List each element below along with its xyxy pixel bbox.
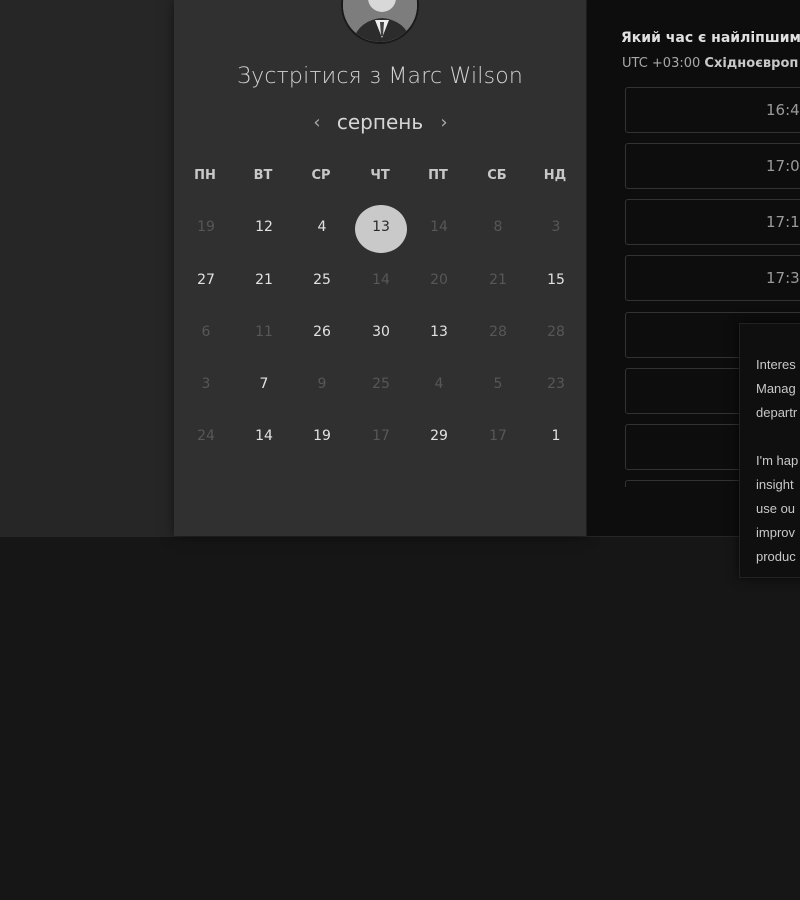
time-question: Який час є найліпшим [621,30,800,46]
weekday-tue: ВТ [253,168,273,183]
calendar-day-number: 21 [489,272,507,288]
calendar-day: 25 [355,360,407,408]
calendar-day-number: 26 [313,324,331,340]
calendar-day-number: 19 [313,428,331,444]
time-slot[interactable]: 17:0 [625,143,800,189]
calendar-day-number: 6 [201,324,211,340]
calendar-day-number: 12 [255,219,273,235]
calendar-day[interactable]: 14 [238,412,290,460]
time-slot[interactable]: 17:3 [625,255,800,301]
time-slot[interactable]: 16:4 [625,87,800,133]
calendar-day-number: 21 [255,272,273,288]
calendar-day: 23 [530,360,582,408]
calendar-day-number: 9 [317,376,327,392]
calendar-day[interactable]: 12 [238,203,290,251]
time-slot[interactable]: 17:1 [625,199,800,245]
weekday-wed: СР [311,168,331,183]
calendar-day-number: 1 [551,428,561,444]
weekday-sat: СБ [487,168,507,183]
page: Зустрітися з Marc Wilson ‹ серпень › ПН … [0,0,800,900]
calendar-day-number: 23 [547,376,565,392]
calendar-day-number: 28 [547,324,565,340]
calendar-day: 28 [530,308,582,356]
weekday-sun: НД [543,168,567,183]
calendar-day[interactable]: 27 [180,256,232,304]
calendar-day[interactable]: 25 [296,256,348,304]
calendar-day-number: 5 [493,376,503,392]
person-avatar-icon [343,0,417,42]
calendar-day-number: 14 [255,428,273,444]
calendar-day-number: 3 [201,376,211,392]
timezone-offset: UTC +03:00 [622,56,701,71]
calendar-day-number: 13 [430,324,448,340]
page-title: Зустрітися з Marc Wilson [236,64,524,89]
calendar-day-number: 30 [372,324,390,340]
calendar-day-number: 14 [372,272,390,288]
calendar-day: 24 [180,412,232,460]
calendar-day: 14 [413,203,465,251]
calendar-day[interactable]: 19 [296,412,348,460]
calendar-day: 3 [180,360,232,408]
calendar-day: 5 [472,360,524,408]
weekday-mon: ПН [194,168,216,183]
calendar-day[interactable]: 1 [530,412,582,460]
calendar-day: 28 [472,308,524,356]
calendar-day[interactable]: 30 [355,308,407,356]
calendar-day: 9 [296,360,348,408]
timezone-label[interactable]: UTC +03:00 Східноєвроп [622,56,798,71]
calendar-day: 19 [180,203,232,251]
calendar-day-number: 19 [197,219,215,235]
calendar-day-number: 4 [317,219,327,235]
calendar-day-number: 14 [430,219,448,235]
calendar-day-number: 25 [313,272,331,288]
calendar-day-number: 13 [355,205,407,253]
calendar-day-number: 27 [197,272,215,288]
avatar [341,0,419,44]
calendar-day: 4 [413,360,465,408]
calendar-day-number: 8 [493,219,503,235]
chevron-right-icon[interactable]: › [436,112,452,133]
month-navigation: ‹ серпень › [174,110,586,136]
calendar-day: 11 [238,308,290,356]
calendar-day-number: 7 [259,376,269,392]
calendar-day[interactable]: 7 [238,360,290,408]
calendar-day[interactable]: 29 [413,412,465,460]
calendar-day-number: 17 [489,428,507,444]
weekday-fri: ПТ [428,168,448,183]
calendar-day[interactable]: 13 [413,308,465,356]
calendar-day: 20 [413,256,465,304]
calendar-day-number: 15 [547,272,565,288]
timezone-name: Східноєвроп [704,56,799,71]
calendar-day: 14 [355,256,407,304]
calendar-day: 17 [355,412,407,460]
calendar-day[interactable]: 15 [530,256,582,304]
calendar-day: 3 [530,203,582,251]
host-bio-tooltip: Interes Manag departr I'm hap insight us… [739,323,800,578]
calendar-day-number: 4 [434,376,444,392]
calendar-card: Зустрітися з Marc Wilson ‹ серпень › ПН … [174,0,586,536]
calendar-day-number: 29 [430,428,448,444]
calendar-day: 8 [472,203,524,251]
calendar-day[interactable]: 21 [238,256,290,304]
calendar-day: 21 [472,256,524,304]
calendar-day-number: 20 [430,272,448,288]
calendar-day-selected[interactable]: 13 [355,203,407,253]
calendar-day-number: 24 [197,428,215,444]
tooltip-text: Interes Manag departr I'm hap insight us… [756,357,799,564]
weekday-thu: ЧТ [370,168,390,183]
calendar-day-number: 11 [255,324,273,340]
calendar-day-number: 17 [372,428,390,444]
calendar-day-number: 25 [372,376,390,392]
month-label: серпень [336,110,424,134]
calendar-day[interactable]: 4 [296,203,348,251]
calendar-day-number: 3 [551,219,561,235]
calendar-day: 6 [180,308,232,356]
calendar-day: 17 [472,412,524,460]
calendar-day-number: 28 [489,324,507,340]
calendar-day[interactable]: 26 [296,308,348,356]
